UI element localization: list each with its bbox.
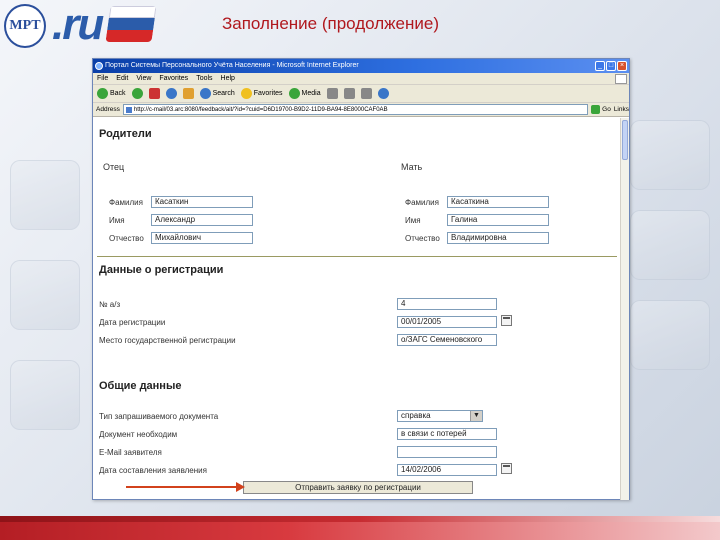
- edit-icon[interactable]: [377, 88, 389, 99]
- footer-bar: [0, 516, 720, 540]
- menu-file[interactable]: File: [97, 73, 108, 84]
- background-key: [10, 360, 80, 430]
- background-key: [630, 210, 710, 280]
- scrollbar-thumb[interactable]: [622, 120, 628, 160]
- registration-place-field[interactable]: о/ЗАГС Семеновского: [397, 334, 497, 346]
- background-key: [10, 160, 80, 230]
- forward-arrow-icon[interactable]: [131, 88, 143, 99]
- address-label: Address: [96, 106, 120, 113]
- submit-button[interactable]: Отправить заявку по регистрации: [243, 481, 473, 494]
- menu-help[interactable]: Help: [221, 73, 235, 84]
- email-field[interactable]: [397, 446, 497, 458]
- vertical-scrollbar[interactable]: [620, 118, 629, 500]
- close-button[interactable]: ×: [617, 61, 627, 71]
- menu-view[interactable]: View: [136, 73, 151, 84]
- search-button[interactable]: Search: [199, 88, 235, 99]
- section-divider: [97, 256, 617, 257]
- registration-date-label: Дата регистрации: [99, 318, 166, 327]
- menu-bar: File Edit View Favorites Tools Help: [93, 73, 629, 85]
- media-icon: [288, 88, 300, 99]
- father-surname-field[interactable]: Касаткин: [151, 196, 253, 208]
- father-patronymic-label: Отчество: [109, 234, 144, 243]
- ie-icon: [95, 62, 103, 70]
- ru-logo: .ru: [52, 0, 104, 49]
- father-name-label: Имя: [109, 216, 125, 225]
- back-arrow-icon: [97, 88, 108, 99]
- mother-surname-label: Фамилия: [405, 198, 439, 207]
- email-label: E-Mail заявителя: [99, 448, 162, 457]
- search-icon: [199, 88, 211, 99]
- address-input[interactable]: http://c-mail/03.arc:8080/feedback/ait/?…: [122, 104, 589, 115]
- calendar-icon[interactable]: [501, 463, 512, 474]
- go-arrow-icon: [591, 105, 601, 114]
- toolbar: Back Search Favorites Media: [93, 85, 629, 103]
- ie-window: Портал Системы Персонального Учёта Насел…: [92, 58, 630, 500]
- history-icon[interactable]: [326, 88, 338, 99]
- application-date-label: Дата составления заявления: [99, 466, 207, 475]
- mother-patronymic-label: Отчество: [405, 234, 440, 243]
- father-name-field[interactable]: Александр: [151, 214, 253, 226]
- russian-flag-icon: [105, 6, 157, 42]
- father-surname-label: Фамилия: [109, 198, 143, 207]
- mother-patronymic-field[interactable]: Владимировна: [447, 232, 549, 244]
- calendar-icon[interactable]: [501, 315, 512, 326]
- mother-surname-field[interactable]: Касаткина: [447, 196, 549, 208]
- print-icon[interactable]: [360, 88, 372, 99]
- background-key: [630, 300, 710, 370]
- window-title: Портал Системы Персонального Учёта Насел…: [105, 62, 359, 69]
- address-bar: Address http://c-mail/03.arc:8080/feedba…: [93, 103, 629, 117]
- doc-reason-field[interactable]: в связи с потерей: [397, 428, 497, 440]
- father-patronymic-field[interactable]: Михайлович: [151, 232, 253, 244]
- favorites-button[interactable]: Favorites: [240, 88, 283, 99]
- application-date-field[interactable]: 14/02/2006: [397, 464, 497, 476]
- home-icon[interactable]: [182, 88, 194, 99]
- registration-section-title: Данные о регистрации: [99, 264, 224, 276]
- windows-logo-icon: [615, 74, 627, 84]
- background-key: [10, 260, 80, 330]
- mother-name-label: Имя: [405, 216, 421, 225]
- father-title: Отец: [103, 162, 125, 172]
- menu-edit[interactable]: Edit: [116, 73, 128, 84]
- page-content: Родители Отец Мать Фамилия Касаткин Имя …: [93, 118, 621, 500]
- refresh-icon[interactable]: [165, 88, 177, 99]
- doc-type-select[interactable]: справка ▼: [397, 410, 483, 422]
- media-button[interactable]: Media: [288, 88, 321, 99]
- slide-header: МРТ .ru Заполнение (продолжение): [0, 0, 720, 52]
- minimize-button[interactable]: _: [595, 61, 605, 71]
- back-button[interactable]: Back: [97, 88, 126, 99]
- mpt-logo: МРТ: [4, 4, 46, 48]
- go-button[interactable]: Go: [591, 105, 611, 114]
- registration-place-label: Место государственной регистрации: [99, 336, 236, 345]
- menu-favorites[interactable]: Favorites: [159, 73, 188, 84]
- doc-reason-label: Документ необходим: [99, 430, 178, 439]
- pointer-arrow-line: [126, 486, 238, 488]
- doc-type-label: Тип запрашиваемого документа: [99, 412, 219, 421]
- stop-icon[interactable]: [148, 88, 160, 99]
- links-label[interactable]: Links: [614, 106, 629, 113]
- record-number-field[interactable]: 4: [397, 298, 497, 310]
- general-section-title: Общие данные: [99, 380, 182, 392]
- mother-title: Мать: [401, 162, 423, 172]
- maximize-button[interactable]: □: [606, 61, 616, 71]
- parents-section-title: Родители: [99, 128, 152, 140]
- slide-title: Заполнение (продолжение): [222, 14, 439, 33]
- registration-date-field[interactable]: 00/01/2005: [397, 316, 497, 328]
- window-titlebar: Портал Системы Персонального Учёта Насел…: [93, 59, 629, 73]
- star-icon: [240, 88, 252, 99]
- pointer-arrow-icon: [236, 482, 245, 492]
- menu-tools[interactable]: Tools: [196, 73, 212, 84]
- footer-stripe: [0, 516, 720, 522]
- mail-icon[interactable]: [343, 88, 355, 99]
- chevron-down-icon[interactable]: ▼: [470, 411, 482, 421]
- background-key: [630, 120, 710, 190]
- mother-name-field[interactable]: Галина: [447, 214, 549, 226]
- record-number-label: № а/з: [99, 300, 121, 309]
